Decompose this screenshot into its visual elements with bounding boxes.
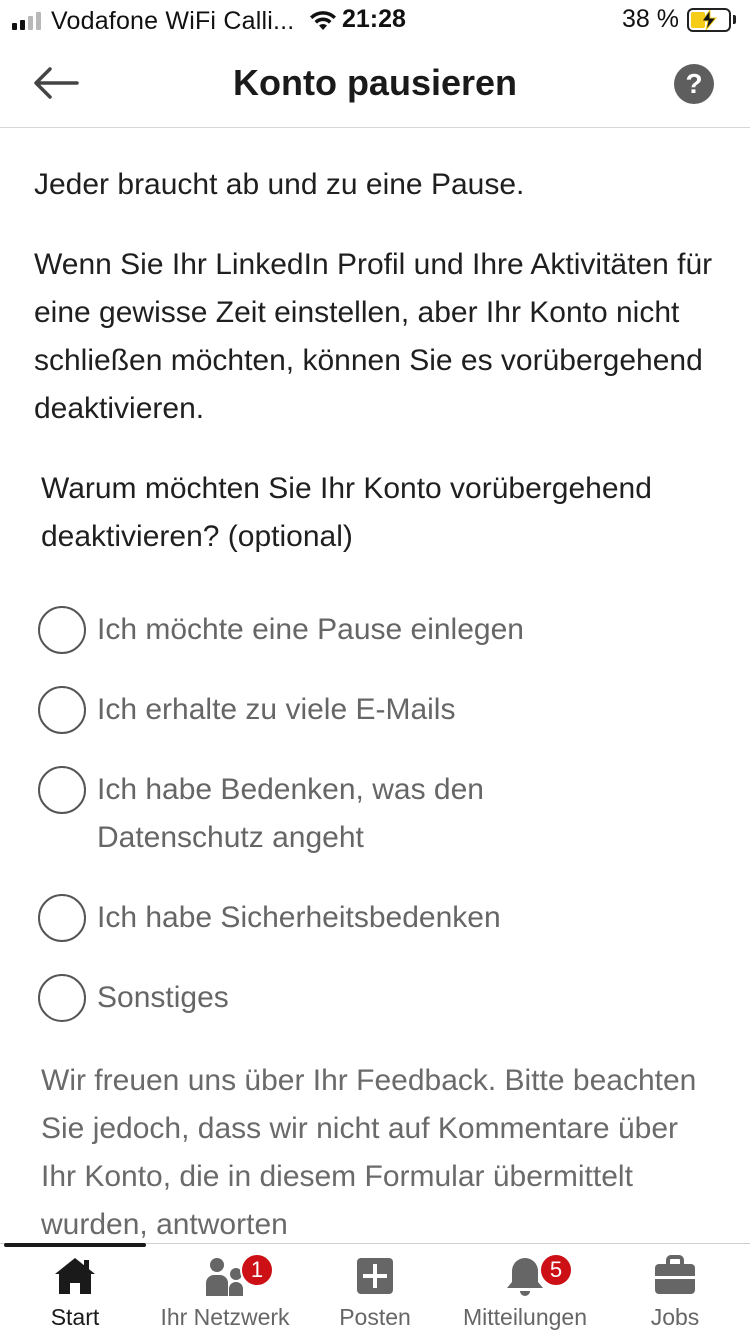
notification-badge: 1 — [240, 1253, 274, 1287]
nav-item-start[interactable]: Start — [0, 1244, 150, 1334]
page-title: Konto pausieren — [232, 62, 518, 103]
screen: Vodafone WiFi Calli... 21:28 38 % Konto … — [0, 0, 750, 1334]
radio-button[interactable] — [38, 606, 86, 654]
reason-option-privacy[interactable]: Ich habe Bedenken, was den Datenschutz a… — [38, 766, 718, 862]
clock: 21:28 — [342, 5, 406, 33]
app-header: Konto pausieren ? — [0, 44, 750, 128]
reason-label[interactable]: Ich habe Sicherheitsbedenken — [97, 894, 501, 942]
post-icon — [357, 1258, 393, 1294]
reason-label[interactable]: Ich habe Bedenken, was den Datenschutz a… — [97, 766, 557, 862]
main-content: Jeder braucht ab und zu eine Pause. Wenn… — [0, 129, 750, 1243]
nav-label: Start — [50, 1304, 100, 1330]
help-icon: ? — [685, 68, 703, 99]
radio-button[interactable] — [38, 686, 86, 734]
radio-button[interactable] — [38, 974, 86, 1022]
bottom-nav: Start 1 Ihr Netzwerk Posten 5 Mitteilung… — [0, 1243, 750, 1334]
reason-option-break[interactable]: Ich möchte eine Pause einlegen — [38, 606, 718, 654]
carrier-group: Vodafone WiFi Calli... — [12, 6, 338, 36]
reason-label[interactable]: Ich erhalte zu viele E-Mails — [97, 686, 455, 734]
help-button[interactable]: ? — [674, 64, 714, 104]
battery-tip — [733, 15, 736, 24]
radio-button[interactable] — [38, 766, 86, 814]
radio-button[interactable] — [38, 894, 86, 942]
nav-label: Ihr Netzwerk — [160, 1304, 290, 1330]
reason-option-other[interactable]: Sonstiges — [38, 974, 718, 1022]
feedback-note: Wir freuen uns über Ihr Feedback. Bitte … — [41, 1064, 697, 1241]
description-paragraph: Wenn Sie Ihr LinkedIn Profil und Ihre Ak… — [34, 248, 713, 425]
nav-item-network[interactable]: 1 Ihr Netzwerk — [150, 1244, 300, 1334]
notification-badge: 5 — [539, 1253, 573, 1287]
status-bar: Vodafone WiFi Calli... 21:28 38 % — [0, 0, 750, 44]
signal-icon — [12, 12, 41, 30]
intro-text: Jeder braucht ab und zu eine Pause. — [34, 168, 525, 201]
charging-bolt-icon — [701, 9, 717, 30]
reason-label[interactable]: Ich möchte eine Pause einlegen — [97, 606, 524, 654]
nav-item-post[interactable]: Posten — [300, 1244, 450, 1334]
nav-label: Mitteilungen — [462, 1304, 588, 1330]
reason-label[interactable]: Sonstiges — [97, 974, 229, 1022]
reason-option-emails[interactable]: Ich erhalte zu viele E-Mails — [38, 686, 718, 734]
home-icon — [55, 1258, 95, 1294]
wifi-icon — [310, 11, 337, 30]
nav-label: Jobs — [650, 1304, 700, 1330]
reason-question: Warum möchten Sie Ihr Konto vorübergehen… — [41, 472, 652, 553]
briefcase-icon — [655, 1255, 695, 1294]
battery-percentage: 38 % — [622, 5, 679, 33]
battery-icon — [687, 7, 731, 32]
nav-item-notifications[interactable]: 5 Mitteilungen — [450, 1244, 600, 1334]
carrier-name: Vodafone WiFi Calli... — [51, 6, 295, 35]
battery-group: 38 % — [622, 5, 736, 34]
reason-option-security[interactable]: Ich habe Sicherheitsbedenken — [38, 894, 718, 942]
nav-label: Posten — [339, 1304, 411, 1330]
nav-item-jobs[interactable]: Jobs — [600, 1244, 750, 1334]
